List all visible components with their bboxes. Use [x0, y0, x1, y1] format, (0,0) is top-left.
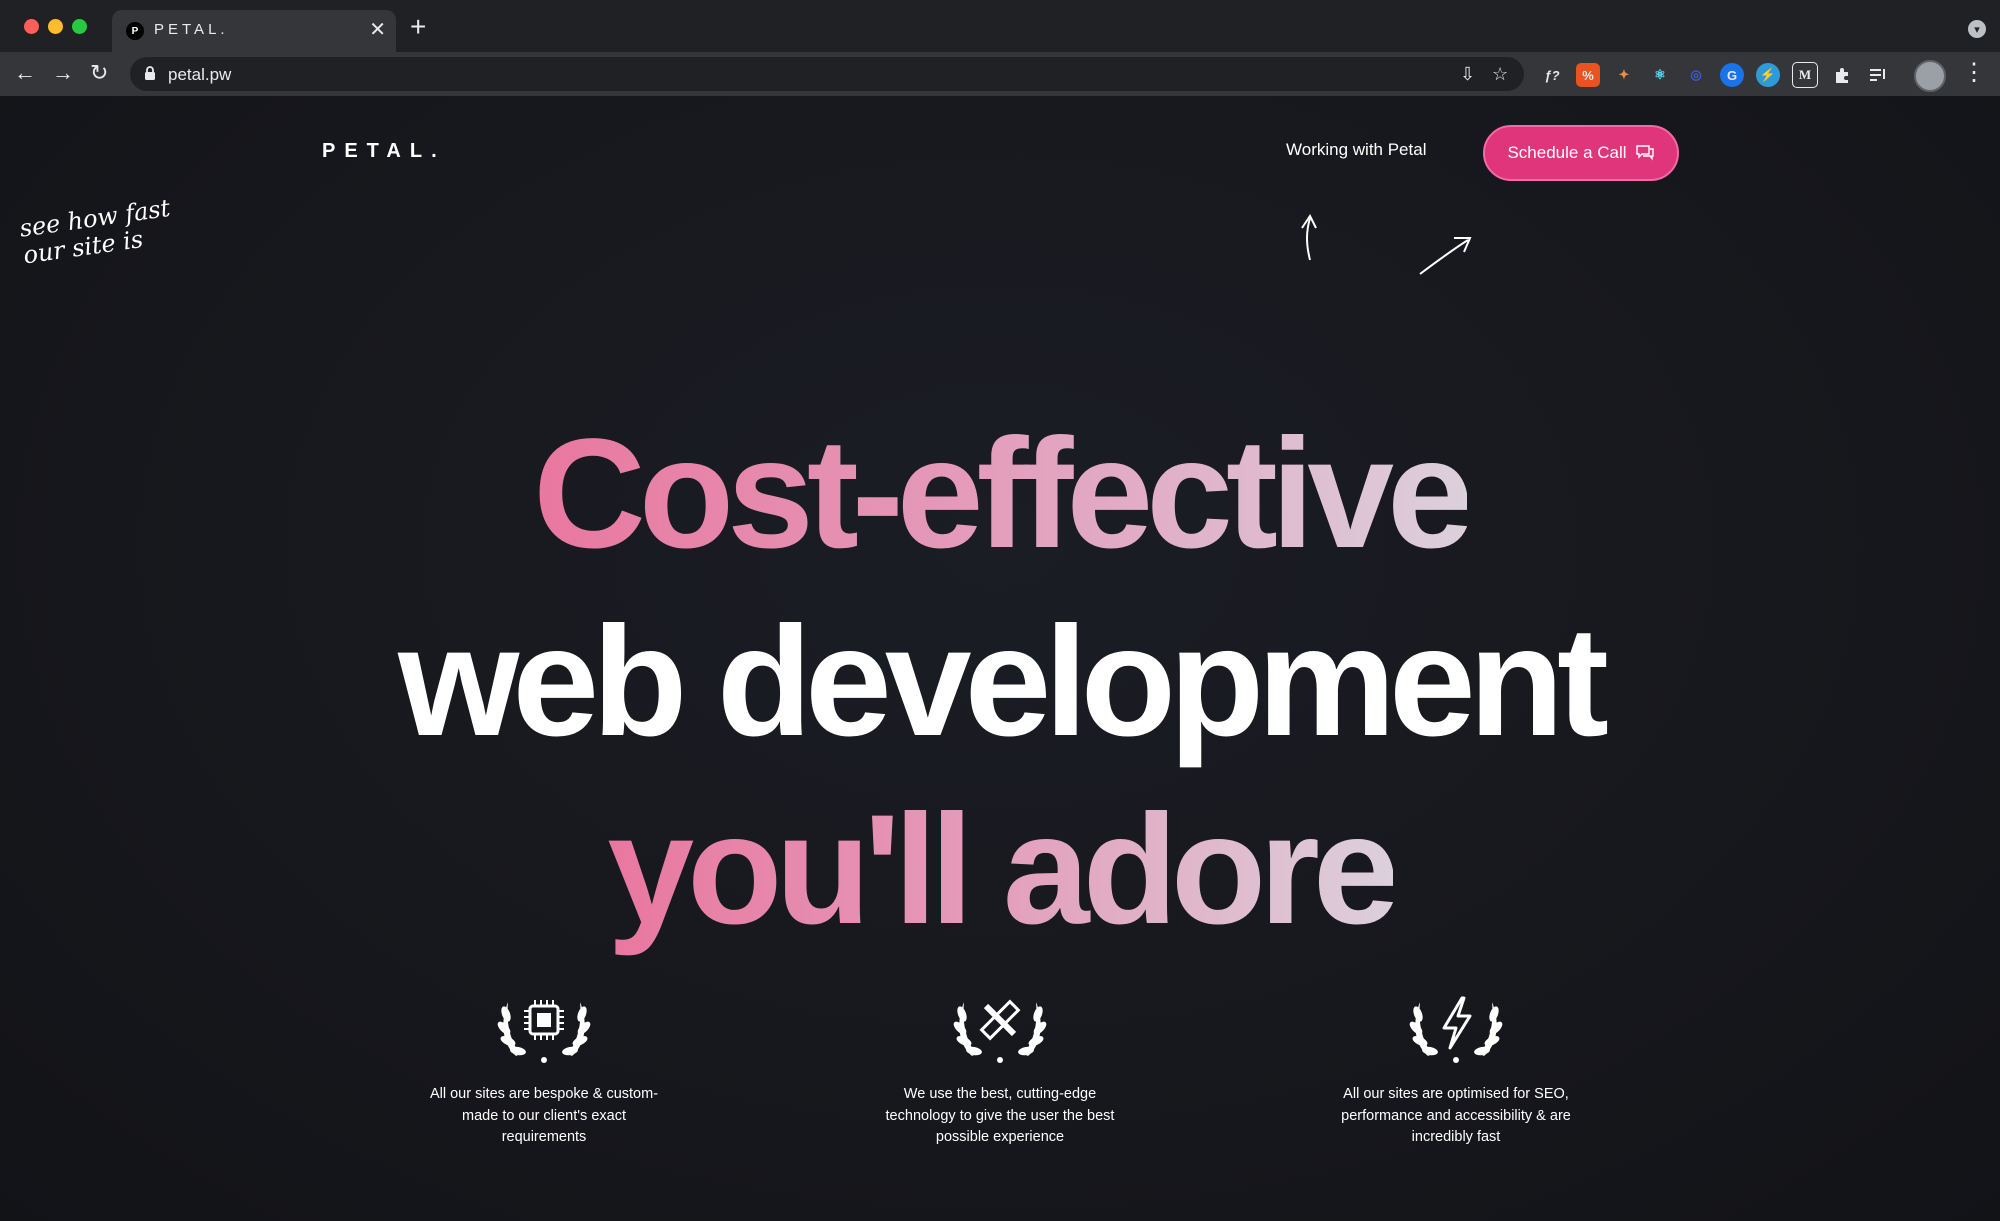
handwritten-arrows: [1301, 214, 1472, 275]
lightning-laurel-icon: [1409, 996, 1503, 1063]
headline-line-3: you'll adore: [0, 790, 2000, 950]
reading-list-icon[interactable]: [1866, 63, 1890, 87]
site-logo[interactable]: PETAL.: [322, 140, 446, 163]
install-icon[interactable]: ⇩: [1460, 63, 1475, 85]
chip-laurel-icon: [497, 1000, 591, 1063]
feature-technology: We use the best, cutting-edge technology…: [880, 984, 1120, 1149]
forward-icon[interactable]: →: [52, 58, 74, 88]
circle-extension-icon[interactable]: ◎: [1684, 63, 1708, 87]
headline-line-1-text: Cost-effective: [533, 407, 1474, 581]
tab-close-icon[interactable]: ✕: [369, 18, 386, 42]
bookmark-star-icon[interactable]: ☆: [1492, 63, 1508, 85]
browser-tab-bar: P PETAL. ✕ + ▾: [0, 0, 2000, 52]
lightning-extension-icon[interactable]: ⚡: [1756, 63, 1780, 87]
tools-laurel-icon: [953, 999, 1047, 1063]
headline-line-3-text: you'll adore: [607, 783, 1399, 957]
browser-tab[interactable]: P PETAL. ✕: [112, 10, 396, 52]
browser-menu-icon[interactable]: ⋮: [1962, 58, 1986, 88]
new-tab-button[interactable]: +: [410, 12, 426, 42]
maximize-window-button[interactable]: [72, 19, 87, 34]
whatfont-extension-icon[interactable]: ƒ?: [1540, 63, 1564, 87]
extensions-bar: ƒ? % ✦ ⚛ ◎ G ⚡ M: [1540, 62, 1890, 88]
tab-title: PETAL.: [154, 21, 229, 38]
feature-performance-text: All our sites are optimised for SEO, per…: [1341, 1086, 1571, 1145]
feature-bespoke: All our sites are bespoke & custom-made …: [424, 984, 664, 1149]
lock-icon: [145, 66, 155, 80]
tab-search-icon[interactable]: ▾: [1968, 20, 1986, 38]
m-extension-icon[interactable]: M: [1792, 62, 1818, 88]
page: PETAL. Working with Petal Schedule a Cal…: [0, 96, 2000, 1221]
percent-extension-icon[interactable]: %: [1576, 63, 1600, 87]
tab-favicon-icon: P: [126, 22, 144, 40]
feature-bespoke-text: All our sites are bespoke & custom-made …: [429, 1086, 659, 1145]
back-icon[interactable]: ←: [14, 58, 36, 88]
chat-bubble-icon: [1635, 145, 1654, 161]
close-window-button[interactable]: [24, 19, 39, 34]
handwritten-note: see how fast our site is: [17, 193, 172, 270]
headline-line-1: Cost-effective: [0, 414, 2000, 574]
feature-performance: All our sites are optimised for SEO, per…: [1336, 984, 1576, 1149]
working-with-petal-link[interactable]: Working with Petal: [1286, 140, 1426, 160]
browser-toolbar: ← → ↻ petal.pw ⇩ ☆ ƒ? % ✦ ⚛ ◎ G ⚡ M: [0, 52, 2000, 96]
puzzle-extension-icon[interactable]: [1830, 63, 1854, 87]
schedule-call-button[interactable]: Schedule a Call: [1483, 125, 1679, 181]
profile-avatar[interactable]: [1914, 60, 1946, 92]
minimize-window-button[interactable]: [48, 19, 63, 34]
url-text[interactable]: petal.pw: [168, 65, 231, 85]
headline-line-2: web development: [398, 595, 1609, 769]
g-extension-icon[interactable]: G: [1720, 63, 1744, 87]
address-bar[interactable]: petal.pw ⇩ ☆: [130, 57, 1524, 91]
react-devtools-icon[interactable]: ⚛: [1648, 63, 1672, 87]
feature-technology-text: We use the best, cutting-edge technology…: [885, 1086, 1115, 1145]
schedule-call-label: Schedule a Call: [1507, 143, 1627, 162]
sparkle-extension-icon[interactable]: ✦: [1612, 63, 1636, 87]
reload-icon[interactable]: ↻: [90, 58, 108, 88]
